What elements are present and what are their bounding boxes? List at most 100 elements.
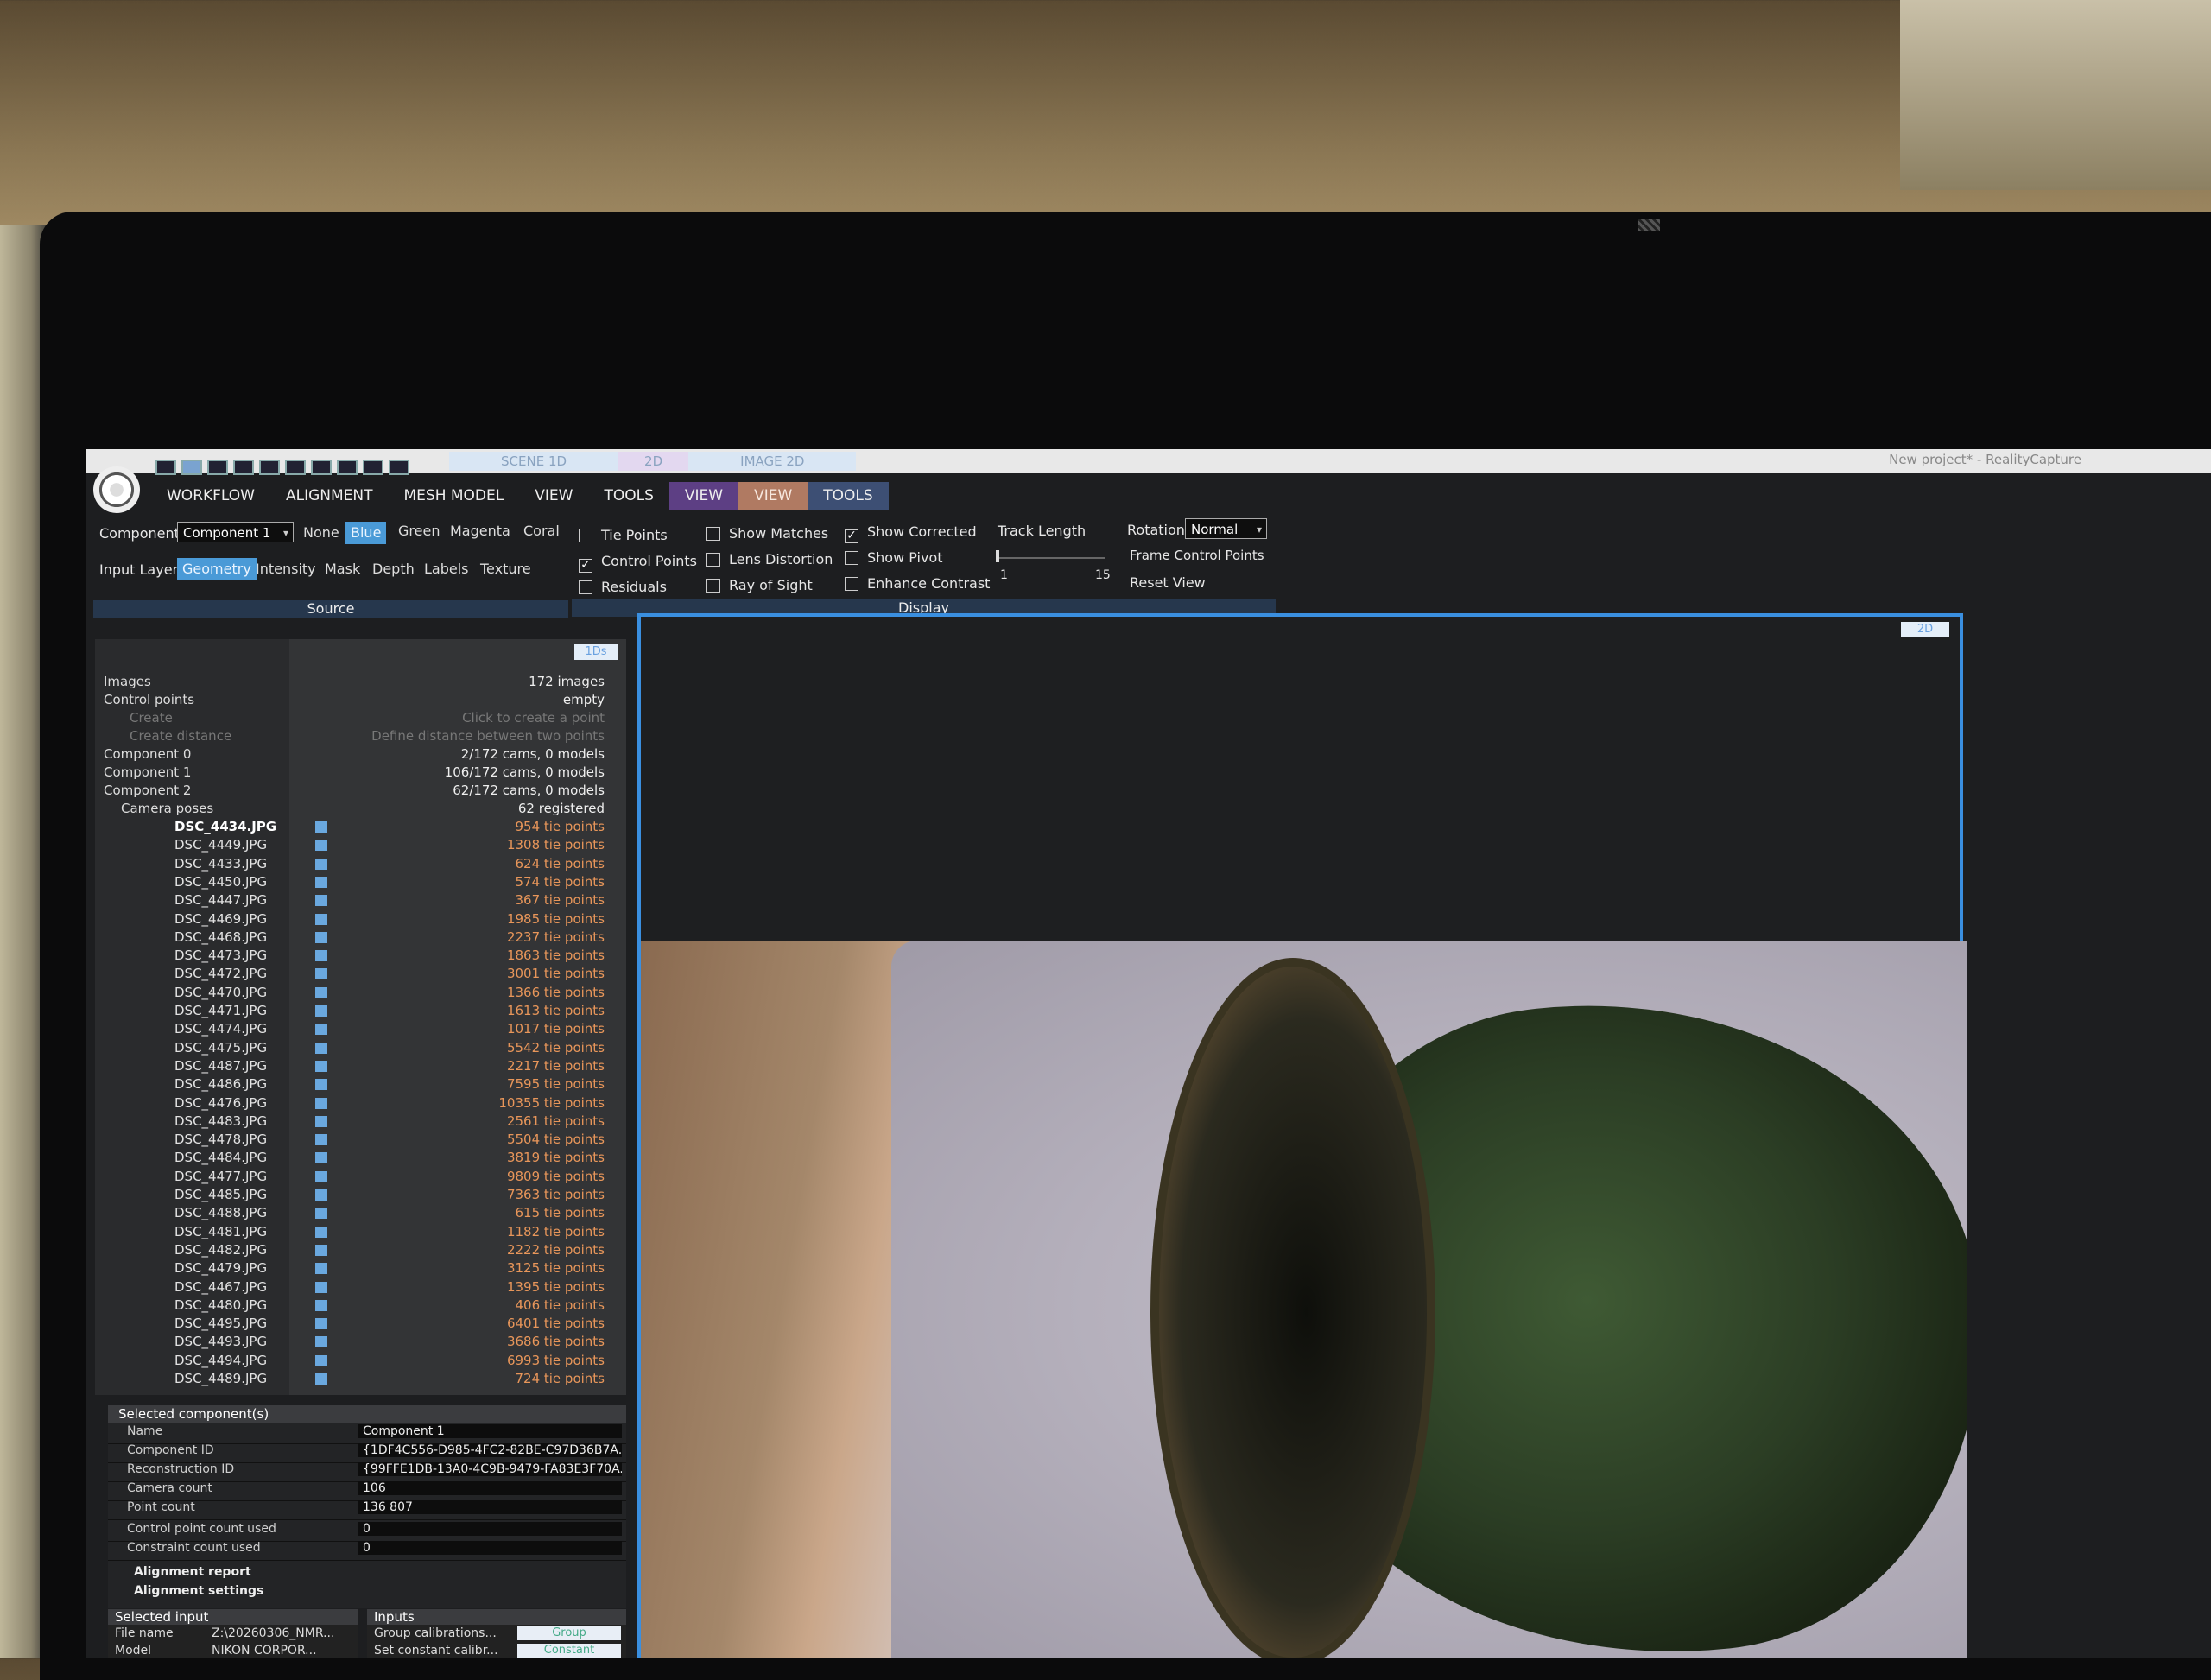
- camera-icon[interactable]: [315, 895, 327, 907]
- redo-icon[interactable]: [389, 460, 409, 475]
- camera-row[interactable]: DSC_4476.JPG: [174, 1095, 267, 1111]
- camera-icon[interactable]: [315, 1336, 327, 1348]
- camera-icon[interactable]: [315, 1097, 327, 1109]
- show-matches-checkbox[interactable]: Show Matches: [706, 525, 828, 542]
- camera-icon[interactable]: [315, 1005, 327, 1017]
- tree-component-0[interactable]: Component 0: [104, 746, 191, 762]
- camera-icon[interactable]: [315, 1060, 327, 1072]
- prop-value[interactable]: 0: [358, 1522, 622, 1536]
- camera-icon[interactable]: [315, 876, 327, 888]
- alignment-report-section[interactable]: Alignment report: [134, 1565, 251, 1579]
- menu-tools[interactable]: TOOLS: [588, 482, 668, 510]
- tree-component-2[interactable]: Component 2: [104, 783, 191, 798]
- tree-component-1[interactable]: Component 1: [104, 764, 191, 780]
- camera-row[interactable]: DSC_4470.JPG: [174, 985, 267, 1000]
- camera-row[interactable]: DSC_4484.JPG: [174, 1150, 267, 1165]
- camera-row[interactable]: DSC_4472.JPG: [174, 966, 267, 981]
- camera-row[interactable]: DSC_4479.JPG: [174, 1260, 267, 1276]
- layout-7-icon[interactable]: [311, 460, 332, 475]
- camera-row[interactable]: DSC_4478.JPG: [174, 1132, 267, 1147]
- prop-value[interactable]: 0: [358, 1541, 622, 1555]
- group-button[interactable]: Group: [517, 1626, 621, 1640]
- control-points-checkbox[interactable]: Control Points: [579, 553, 697, 573]
- camera-icon[interactable]: [315, 1134, 327, 1146]
- color-green[interactable]: Green: [393, 520, 445, 542]
- show-corrected-checkbox[interactable]: Show Corrected: [845, 523, 977, 543]
- tree-images[interactable]: Images: [104, 674, 151, 689]
- doc-tab-image-2d[interactable]: IMAGE 2D: [688, 452, 857, 471]
- camera-icon[interactable]: [315, 913, 327, 925]
- layer-depth[interactable]: Depth: [367, 558, 420, 580]
- camera-row[interactable]: DSC_4434.JPG: [174, 819, 276, 834]
- slider-handle[interactable]: [996, 550, 999, 562]
- camera-icon[interactable]: [315, 1152, 327, 1164]
- camera-row[interactable]: DSC_4489.JPG: [174, 1371, 267, 1386]
- camera-icon[interactable]: [315, 1079, 327, 1091]
- camera-row[interactable]: DSC_4494.JPG: [174, 1353, 267, 1368]
- camera-icon[interactable]: [315, 840, 327, 852]
- camera-row[interactable]: DSC_4447.JPG: [174, 892, 267, 908]
- camera-row[interactable]: DSC_4486.JPG: [174, 1076, 267, 1092]
- track-length-slider[interactable]: [996, 550, 1106, 562]
- tree-camera-poses[interactable]: Camera poses: [121, 801, 213, 816]
- camera-row[interactable]: DSC_4471.JPG: [174, 1003, 267, 1018]
- camera-icon[interactable]: [315, 1244, 327, 1256]
- camera-row[interactable]: DSC_4487.JPG: [174, 1058, 267, 1074]
- menu-mesh-model[interactable]: MESH MODEL: [389, 482, 520, 510]
- residuals-checkbox[interactable]: Residuals: [579, 579, 667, 595]
- ray-of-sight-checkbox[interactable]: Ray of Sight: [706, 577, 813, 593]
- camera-icon[interactable]: [315, 968, 327, 980]
- constant-button[interactable]: Constant: [517, 1644, 621, 1658]
- frame-control-points-button[interactable]: Frame Control Points: [1130, 548, 1264, 563]
- camera-icon[interactable]: [315, 1170, 327, 1182]
- input-value[interactable]: NIKON CORPOR...: [212, 1642, 317, 1658]
- color-magenta[interactable]: Magenta: [445, 520, 516, 542]
- camera-icon[interactable]: [315, 1263, 327, 1275]
- camera-icon[interactable]: [315, 1226, 327, 1238]
- rotation-dropdown[interactable]: Normal: [1185, 518, 1267, 540]
- camera-row[interactable]: DSC_4467.JPG: [174, 1279, 267, 1295]
- menu-image-tools[interactable]: TOOLS: [808, 482, 889, 510]
- camera-row[interactable]: DSC_4495.JPG: [174, 1315, 267, 1331]
- color-none[interactable]: None: [298, 522, 345, 544]
- prop-value[interactable]: 136 807: [358, 1500, 622, 1514]
- panel-badge[interactable]: 1Ds: [574, 644, 618, 660]
- color-coral[interactable]: Coral: [518, 520, 565, 542]
- camera-icon[interactable]: [315, 821, 327, 833]
- doc-tab-2d[interactable]: 2D: [618, 452, 689, 471]
- camera-row[interactable]: DSC_4474.JPG: [174, 1021, 267, 1037]
- prop-value[interactable]: Component 1: [358, 1424, 622, 1438]
- show-pivot-checkbox[interactable]: Show Pivot: [845, 549, 943, 566]
- camera-icon[interactable]: [315, 986, 327, 998]
- camera-row[interactable]: DSC_4450.JPG: [174, 874, 267, 890]
- tree-control-points[interactable]: Control points: [104, 692, 194, 707]
- camera-row[interactable]: DSC_4469.JPG: [174, 911, 267, 927]
- camera-row[interactable]: DSC_4449.JPG: [174, 837, 267, 853]
- image-2d-viewport[interactable]: 2D: [637, 613, 1967, 1658]
- camera-row[interactable]: DSC_4488.JPG: [174, 1205, 267, 1220]
- viewport-2d-badge[interactable]: 2D: [1901, 622, 1949, 637]
- camera-icon[interactable]: [315, 1208, 327, 1220]
- camera-row[interactable]: DSC_4477.JPG: [174, 1169, 267, 1184]
- tree-create[interactable]: Create: [130, 710, 173, 726]
- camera-icon[interactable]: [315, 1318, 327, 1330]
- prop-value[interactable]: {99FFE1DB-13A0-4C9B-9479-FA83E3F70A...: [358, 1462, 622, 1476]
- camera-row[interactable]: DSC_4473.JPG: [174, 948, 267, 963]
- reset-view-button[interactable]: Reset View: [1130, 574, 1206, 591]
- layer-labels[interactable]: Labels: [419, 558, 474, 580]
- camera-row[interactable]: DSC_4481.JPG: [174, 1224, 267, 1239]
- lens-distortion-checkbox[interactable]: Lens Distortion: [706, 551, 833, 567]
- menu-view[interactable]: VIEW: [519, 482, 588, 510]
- input-value[interactable]: Z:\20260306_NMR...: [212, 1625, 334, 1642]
- camera-icon[interactable]: [315, 1354, 327, 1366]
- camera-row[interactable]: DSC_4482.JPG: [174, 1242, 267, 1258]
- camera-icon[interactable]: [315, 1373, 327, 1385]
- camera-row[interactable]: DSC_4485.JPG: [174, 1187, 267, 1202]
- camera-icon[interactable]: [315, 1042, 327, 1054]
- menu-2d-view[interactable]: VIEW: [668, 482, 739, 510]
- layout-8-icon[interactable]: [337, 460, 358, 475]
- alignment-settings-section[interactable]: Alignment settings: [134, 1584, 263, 1598]
- camera-row[interactable]: DSC_4493.JPG: [174, 1334, 267, 1349]
- doc-tab-scene[interactable]: SCENE 1D: [449, 452, 619, 471]
- tie-points-checkbox[interactable]: Tie Points: [579, 527, 668, 543]
